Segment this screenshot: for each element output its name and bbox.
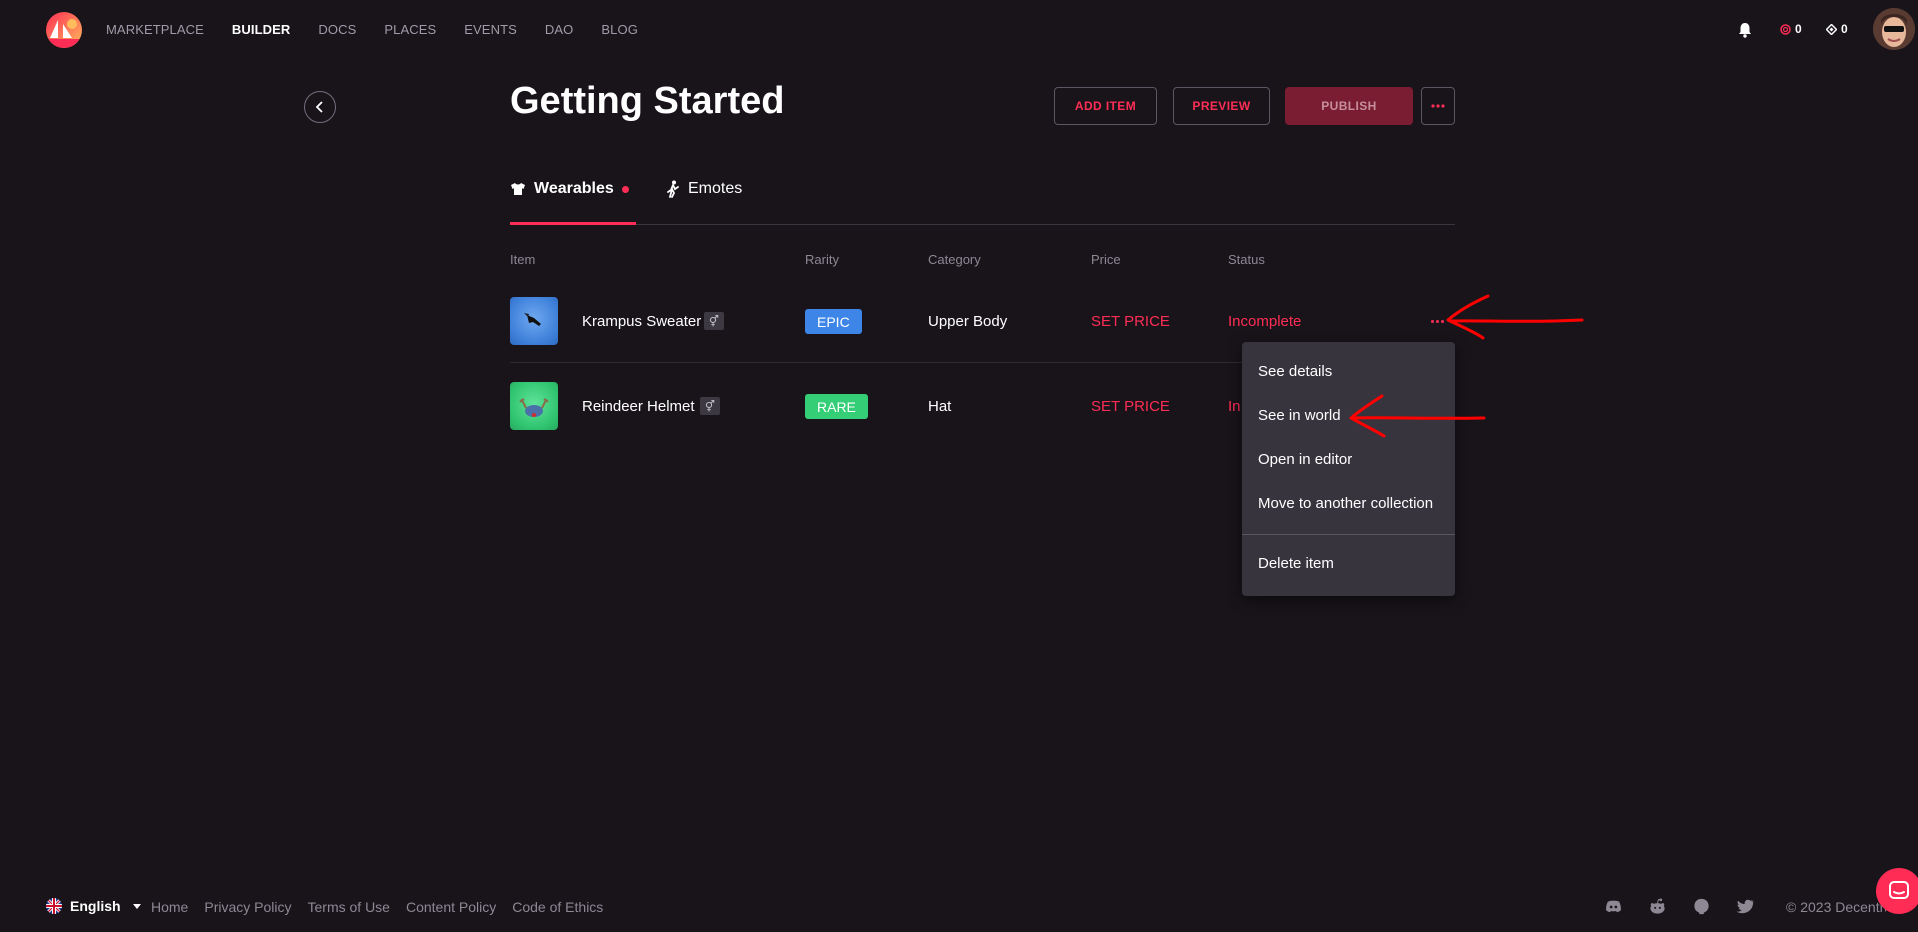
set-price-link[interactable]: SET PRICE <box>1091 313 1170 330</box>
chat-icon <box>1889 881 1909 899</box>
shirt-icon <box>511 183 525 195</box>
nav-dao[interactable]: DAO <box>545 22 573 37</box>
dot <box>1435 319 1439 323</box>
annotation-arrows <box>1349 294 1584 438</box>
social-links <box>1604 897 1755 916</box>
dot <box>1440 319 1444 323</box>
menu-item-see-details[interactable]: See details <box>1258 363 1332 380</box>
item-thumbnail <box>510 297 558 345</box>
back-arrow-icon <box>315 101 323 113</box>
menu-item-move-collection[interactable]: Move to another collection <box>1258 495 1433 512</box>
preview-button[interactable]: PREVIEW <box>1173 87 1270 125</box>
chat-button[interactable] <box>1876 868 1918 914</box>
item-name[interactable]: Krampus Sweater <box>582 313 701 330</box>
tab-emotes-label: Emotes <box>688 180 743 197</box>
tab-wearables[interactable]: Wearables <box>510 180 629 198</box>
polygon-mana-icon <box>1826 23 1837 35</box>
twitter-icon[interactable] <box>1736 897 1755 916</box>
rarity-badge: RARE <box>805 394 868 419</box>
footer-link-ethics[interactable]: Code of Ethics <box>512 899 603 915</box>
nav-links: MARKETPLACE BUILDER DOCS PLACES EVENTS D… <box>106 22 666 37</box>
avatar[interactable] <box>1873 8 1915 50</box>
footer-link-content-policy[interactable]: Content Policy <box>406 899 496 915</box>
notification-dot <box>621 185 629 193</box>
rarity-badge: EPIC <box>805 309 862 334</box>
column-item: Item <box>510 252 536 267</box>
item-category: Upper Body <box>928 313 1008 330</box>
set-price-link[interactable]: SET PRICE <box>1091 398 1170 415</box>
copyright: © 2023 Decentraland <box>1786 899 1886 915</box>
column-category: Category <box>928 252 981 267</box>
annotation-arrow <box>1446 294 1584 340</box>
page-title: Getting Started <box>510 80 785 122</box>
chevron-down-icon <box>132 903 141 909</box>
language-label: English <box>70 898 121 914</box>
column-price: Price <box>1091 252 1121 267</box>
item-thumbnail <box>510 382 558 430</box>
column-status: Status <box>1228 252 1265 267</box>
flag-uk-icon <box>46 898 62 914</box>
footer: English Home Privacy Policy Terms of Use… <box>0 888 1918 924</box>
emote-icon <box>667 180 679 198</box>
footer-link-terms[interactable]: Terms of Use <box>308 899 390 915</box>
item-category: Hat <box>928 398 952 415</box>
add-item-button[interactable]: ADD ITEM <box>1054 87 1157 125</box>
tab-emotes[interactable]: Emotes <box>666 180 742 198</box>
mana-eth-value: 0 <box>1795 22 1802 36</box>
top-navigation: MARKETPLACE BUILDER DOCS PLACES EVENTS D… <box>0 0 1918 60</box>
builder-page: MARKETPLACE BUILDER DOCS PLACES EVENTS D… <box>0 0 1918 932</box>
footer-link-home[interactable]: Home <box>151 899 188 915</box>
nav-events[interactable]: EVENTS <box>464 22 517 37</box>
menu-item-see-in-world[interactable]: See in world <box>1258 407 1341 424</box>
bell-icon[interactable] <box>1736 21 1754 39</box>
table-header: Item Rarity Category Price Status <box>510 252 1455 268</box>
mana-icon <box>1780 23 1791 35</box>
gender-badge: ⚥ <box>700 397 720 415</box>
nav-builder[interactable]: BUILDER <box>232 22 290 37</box>
github-icon[interactable] <box>1692 897 1711 916</box>
menu-divider <box>1242 534 1455 535</box>
status-badge: Incomplete <box>1228 313 1302 330</box>
publish-button[interactable]: PUBLISH <box>1285 87 1413 125</box>
collection-more-button[interactable] <box>1421 87 1455 125</box>
gender-badge: ⚥ <box>704 312 724 330</box>
more-icon <box>1431 104 1445 108</box>
mana-balance-ethereum[interactable]: 0 <box>1780 22 1802 36</box>
mana-polygon-value: 0 <box>1841 22 1848 36</box>
nav-blog[interactable]: BLOG <box>601 22 638 37</box>
menu-item-delete[interactable]: Delete item <box>1258 555 1334 572</box>
row-more-button[interactable] <box>1427 313 1447 329</box>
nav-places[interactable]: PLACES <box>384 22 436 37</box>
decentraland-logo[interactable] <box>46 12 82 48</box>
tab-wearables-label: Wearables <box>534 180 614 197</box>
reddit-icon[interactable] <box>1648 897 1667 916</box>
nav-docs[interactable]: DOCS <box>318 22 356 37</box>
menu-item-open-in-editor[interactable]: Open in editor <box>1258 451 1352 468</box>
item-name[interactable]: Reindeer Helmet <box>582 398 695 415</box>
item-type-tabs: Wearables Emotes <box>510 170 1455 225</box>
footer-links: Home Privacy Policy Terms of Use Content… <box>151 899 619 915</box>
column-rarity: Rarity <box>805 252 839 267</box>
nav-marketplace[interactable]: MARKETPLACE <box>106 22 204 37</box>
footer-link-privacy[interactable]: Privacy Policy <box>204 899 291 915</box>
status-badge: In <box>1228 398 1241 415</box>
mana-balance-polygon[interactable]: 0 <box>1826 22 1848 36</box>
dot <box>1430 319 1434 323</box>
back-button[interactable] <box>304 91 336 123</box>
language-selector[interactable]: English <box>46 898 141 914</box>
discord-icon[interactable] <box>1604 897 1623 916</box>
active-tab-indicator <box>510 222 636 225</box>
item-context-menu: See details See in world Open in editor … <box>1242 342 1455 596</box>
